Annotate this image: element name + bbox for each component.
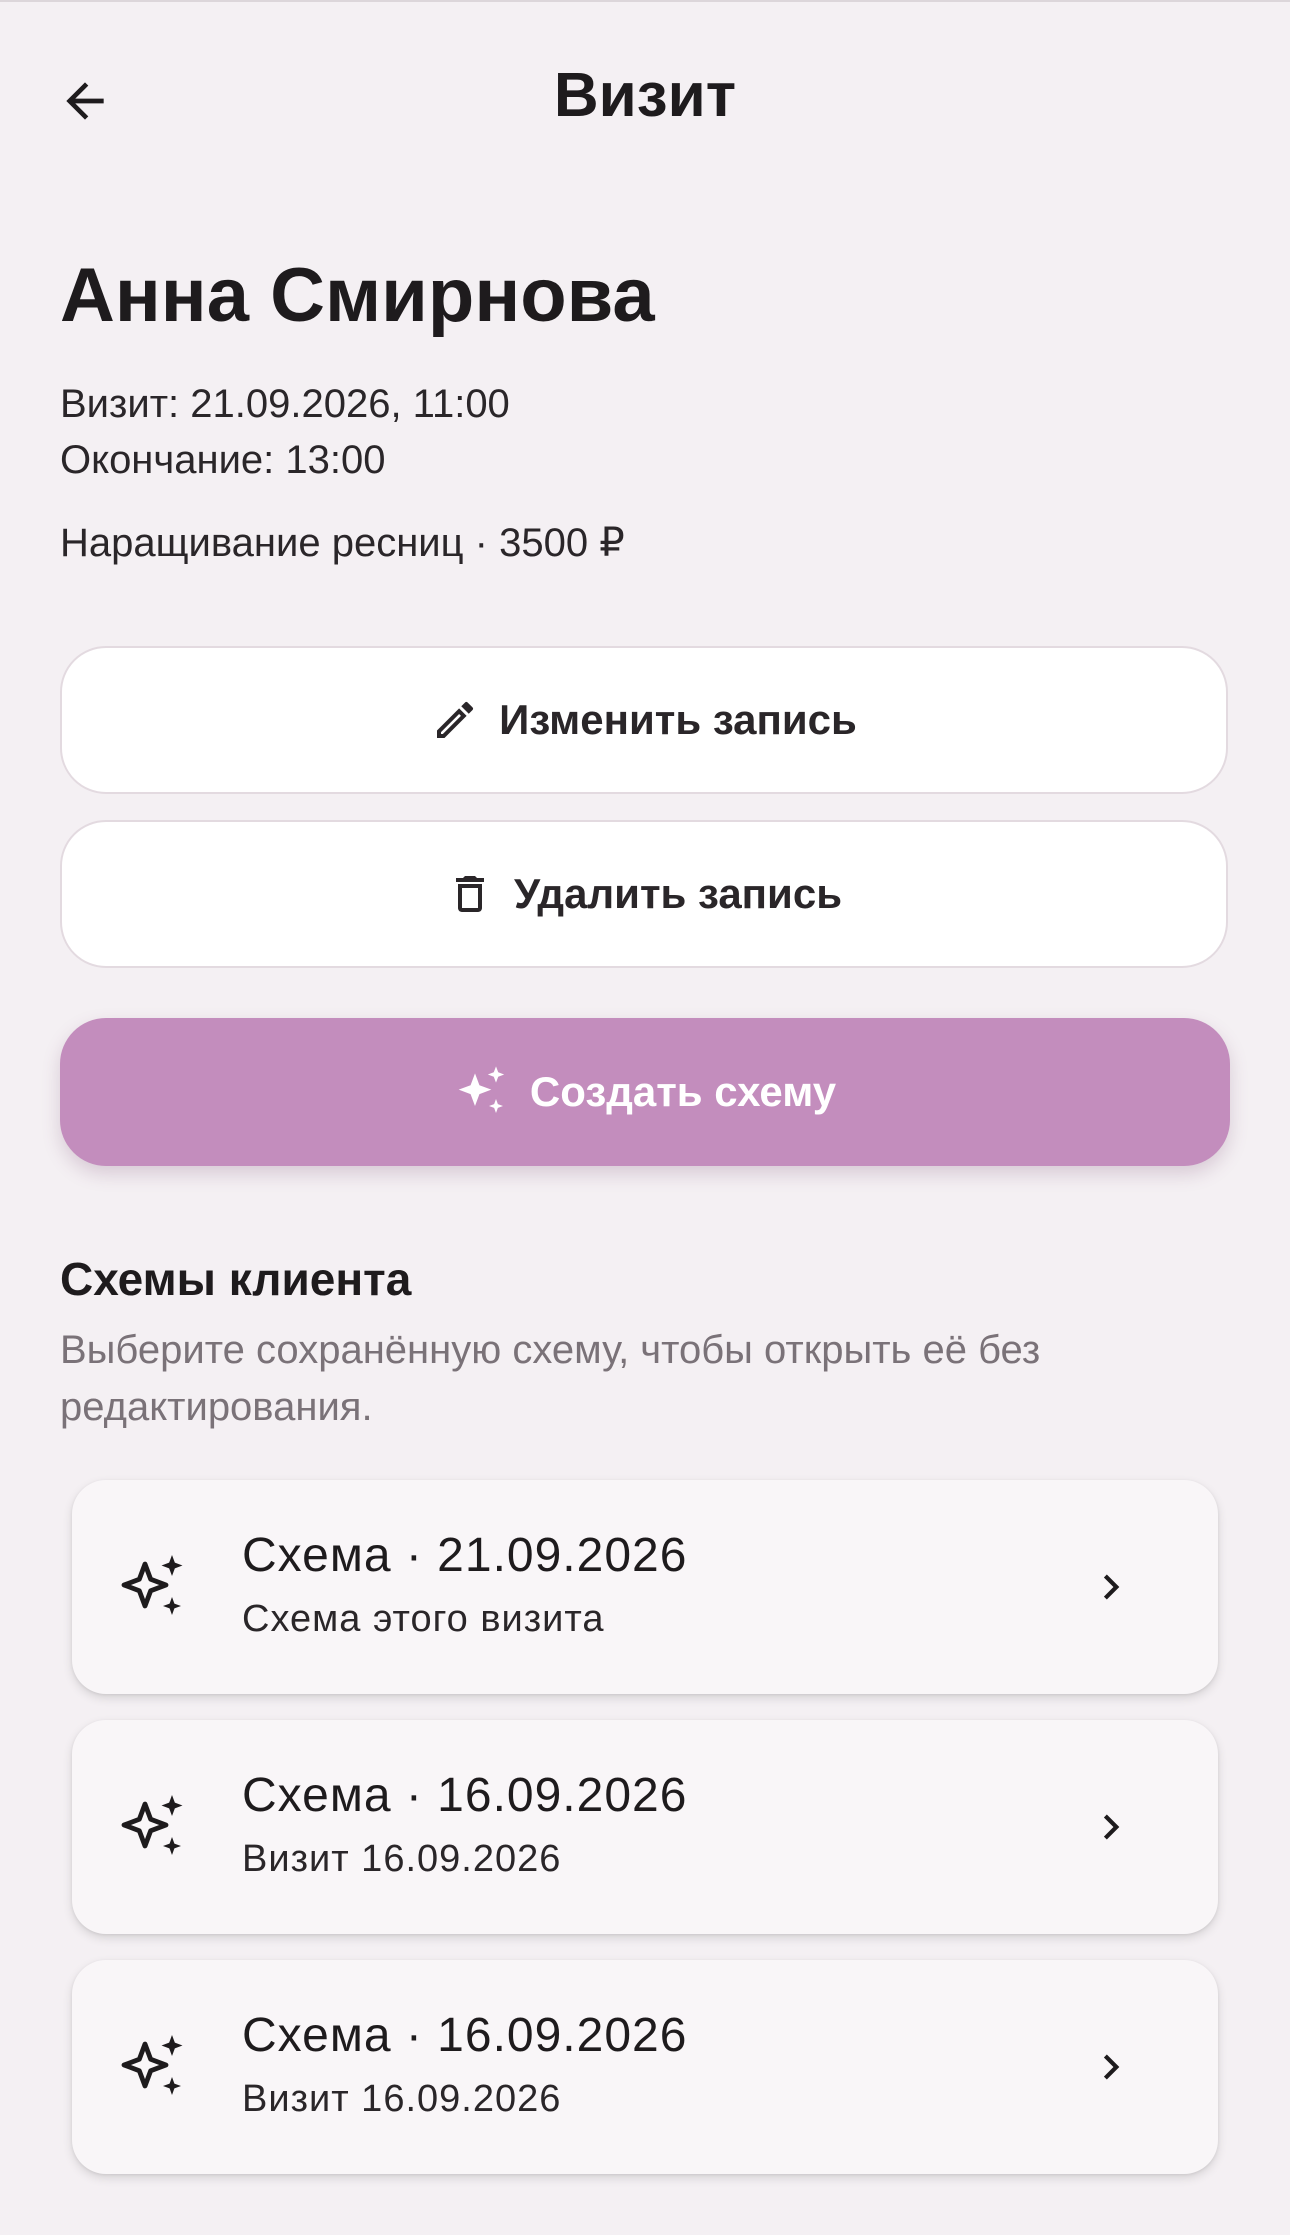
sparkles-icon <box>118 2032 190 2104</box>
schemes-section-description: Выберите сохранённую схему, чтобы открыт… <box>60 1328 1041 1429</box>
trash-icon <box>446 870 494 918</box>
scheme-card[interactable]: Схема · 21.09.2026 Схема этого визита <box>72 1480 1218 1694</box>
page-title: Визит <box>553 61 737 130</box>
scheme-card-title: Схема · 16.09.2026 <box>242 2009 688 2062</box>
scheme-card-subtitle: Визит 16.09.2026 <box>242 1838 562 1880</box>
edit-appointment-button[interactable]: Изменить запись <box>60 646 1228 794</box>
chevron-right-icon <box>1086 1562 1136 1612</box>
scheme-card-subtitle: Визит 16.09.2026 <box>242 2078 562 2120</box>
pencil-icon <box>431 696 479 744</box>
scheme-card-title: Схема · 21.09.2026 <box>242 1529 688 1582</box>
create-scheme-button[interactable]: Создать схему <box>60 1018 1230 1166</box>
sparkles-icon <box>118 1552 190 1624</box>
sparkles-icon <box>118 1792 190 1864</box>
visit-end-time: Окончание: 13:00 <box>60 438 386 482</box>
edit-appointment-label: Изменить запись <box>499 696 857 743</box>
client-name: Анна Смирнова <box>60 253 655 338</box>
scheme-card[interactable]: Схема · 16.09.2026 Визит 16.09.2026 <box>72 1720 1218 1934</box>
create-scheme-label: Создать схему <box>529 1068 837 1115</box>
status-divider <box>0 0 1290 2</box>
service-price: Наращивание ресниц · 3500 ₽ <box>60 521 625 565</box>
chevron-right-icon <box>1086 2042 1136 2092</box>
scheme-card-title: Схема · 16.09.2026 <box>242 1769 688 1822</box>
app-bar: Визит <box>0 30 1290 166</box>
delete-appointment-button[interactable]: Удалить запись <box>60 820 1228 968</box>
scheme-card-subtitle: Схема этого визита <box>242 1598 605 1640</box>
chevron-right-icon <box>1086 1802 1136 1852</box>
delete-appointment-label: Удалить запись <box>513 870 843 917</box>
schemes-section-title: Схемы клиента <box>60 1253 412 1305</box>
sparkles-icon <box>454 1064 510 1120</box>
visit-datetime: Визит: 21.09.2026, 11:00 <box>60 382 510 426</box>
scheme-card[interactable]: Схема · 16.09.2026 Визит 16.09.2026 <box>72 1960 1218 2174</box>
